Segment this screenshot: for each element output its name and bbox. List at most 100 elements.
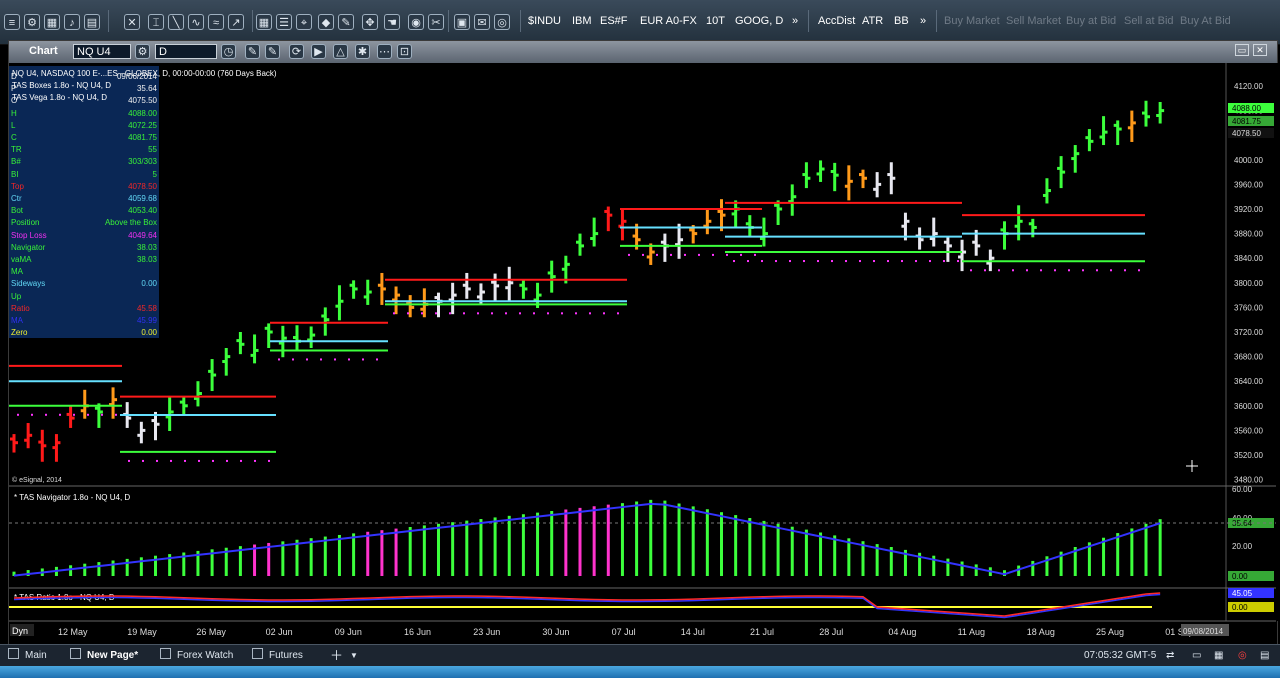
stop-loss-dot [31, 413, 33, 416]
stop-loss-dot [740, 253, 742, 256]
keyboard-icon[interactable]: ▦ [1214, 648, 1223, 664]
date-axis-label: 14 Jul [681, 627, 705, 637]
price-axis-label: 3840.00 [1234, 254, 1263, 263]
chart-info: NQ U4, NASDAQ 100 E-...ES - GLOBEX, D, 0… [12, 68, 277, 104]
legend-row-value: 0.00 [141, 328, 157, 338]
stop-loss-dot [775, 260, 777, 263]
tray-icon[interactable]: ▤ [1260, 648, 1269, 664]
stop-loss-dot [463, 312, 465, 315]
stop-loss-dot [170, 459, 172, 462]
legend-row-name: Position [11, 218, 40, 228]
stop-loss-dot [87, 413, 89, 416]
stop-loss-dot [17, 413, 19, 416]
tab-futures[interactable]: Futures [252, 648, 303, 664]
legend-row-value: 45.58 [136, 303, 157, 313]
add-tab-button[interactable]: ＋ [330, 648, 343, 664]
stop-loss-dot [254, 459, 256, 462]
legend-row: C 4081.75 [11, 131, 157, 144]
alert-icon[interactable]: ◎ [1238, 648, 1247, 664]
legend-row-value: 4088.00 [128, 108, 157, 118]
stop-loss-dot [712, 253, 714, 256]
stop-loss-dot [943, 260, 945, 263]
stop-loss-dot [617, 312, 619, 315]
date-axis-label: 07 Jul [612, 627, 636, 637]
legend-row-value: 45.99 [136, 316, 157, 325]
date-axis-label: 28 Jul [819, 627, 843, 637]
ratio-line [13, 592, 1161, 617]
tab-menu-chevron[interactable]: ▼ [350, 648, 358, 664]
tab-main[interactable]: Main [8, 648, 47, 664]
chart-info-line2: TAS Boxes 1.8o - NQ U4, D [12, 81, 111, 90]
tab-new-page[interactable]: New Page* [70, 648, 138, 664]
stop-loss-dot [642, 253, 644, 256]
price-marker-label: 4088.00 [1232, 104, 1261, 113]
stop-loss-dot [505, 312, 507, 315]
legend-row-name: MA [11, 267, 23, 277]
dyn-label: Dyn [12, 626, 28, 636]
monitor-icon[interactable]: ▭ [1192, 648, 1201, 664]
legend-row: Ratio 45.58 [11, 302, 157, 315]
status-clock: 07:05:32 GMT-5 [1084, 648, 1156, 664]
stop-loss-dot [998, 269, 1000, 272]
stop-loss-dot [789, 260, 791, 263]
date-axis-label: 23 Jun [473, 627, 500, 637]
legend-row-name: Ratio [11, 303, 30, 313]
stop-loss-dot [393, 312, 395, 315]
legend-row-name: Zero [11, 328, 28, 338]
connection-icon[interactable]: ⇄ [1166, 648, 1174, 664]
stop-loss-dot [684, 253, 686, 256]
stop-loss-dot [603, 312, 605, 315]
tab-forex-watch[interactable]: Forex Watch [160, 648, 233, 664]
price-axis-label: 3640.00 [1234, 377, 1263, 386]
stop-loss-dot [1054, 269, 1056, 272]
date-axis-label: 02 Jun [266, 627, 293, 637]
stop-loss-dot [519, 312, 521, 315]
stop-loss-dot [334, 358, 336, 361]
legend-row: MA 45.99 [11, 314, 157, 327]
stop-loss-dot [115, 413, 117, 416]
navigator-title: * TAS Navigator 1.8o - NQ U4, D [14, 493, 130, 502]
stop-loss-dot [1026, 269, 1028, 272]
stop-loss-dot [845, 260, 847, 263]
legend-row-value: 4081.75 [128, 133, 157, 142]
stop-loss-dot [1012, 269, 1014, 272]
stop-loss-dot [1138, 269, 1140, 272]
stop-loss-dot [915, 260, 917, 263]
stop-loss-dot [407, 312, 409, 315]
date-axis-label: 09 Jun [335, 627, 362, 637]
watermark: © eSignal, 2014 [12, 476, 62, 484]
stop-loss-dot [589, 312, 591, 315]
legend-row-value: 4078.50 [128, 181, 157, 191]
legend-row: Position Above the Box [11, 216, 157, 229]
legend-row-name: Up [11, 291, 22, 301]
price-axis-label: 3520.00 [1234, 451, 1263, 460]
legend-row-name: Navigator [11, 242, 46, 252]
legend-row: Stop Loss 4049.64 [11, 229, 157, 242]
ratio-marker-label: 45.05 [1232, 589, 1253, 598]
stop-loss-dot [101, 413, 103, 416]
price-marker-label: 4081.75 [1232, 117, 1261, 126]
stop-loss-dot [831, 260, 833, 263]
stop-loss-dot [873, 260, 875, 263]
stop-loss-dot [184, 459, 186, 462]
price-marker-label: 4078.50 [1232, 129, 1261, 138]
stop-loss-dot [156, 459, 158, 462]
legend-row-name: TR [11, 145, 22, 155]
stop-loss-dot [128, 459, 130, 462]
nav-axis-label: 60.00 [1232, 485, 1253, 494]
price-axis [1226, 63, 1278, 621]
legend-row: Ctr 4059.68 [11, 192, 157, 205]
chart-info-line3: TAS Vega 1.8o - NQ U4, D [12, 93, 108, 102]
legend-row-value: 4053.40 [128, 206, 157, 216]
status-time: 07:05:32 [1084, 650, 1123, 661]
stop-loss-dot [561, 312, 563, 315]
legend-row-name: H [11, 108, 17, 118]
legend-row: TR 55 [11, 143, 157, 156]
stop-loss-dot [73, 413, 75, 416]
stop-loss-dot [226, 459, 228, 462]
price-axis-label: 3960.00 [1234, 180, 1263, 189]
stop-loss-dot [726, 253, 728, 256]
stop-loss-dot [970, 269, 972, 272]
stop-loss-dot [449, 312, 451, 315]
stop-loss-dot [803, 260, 805, 263]
